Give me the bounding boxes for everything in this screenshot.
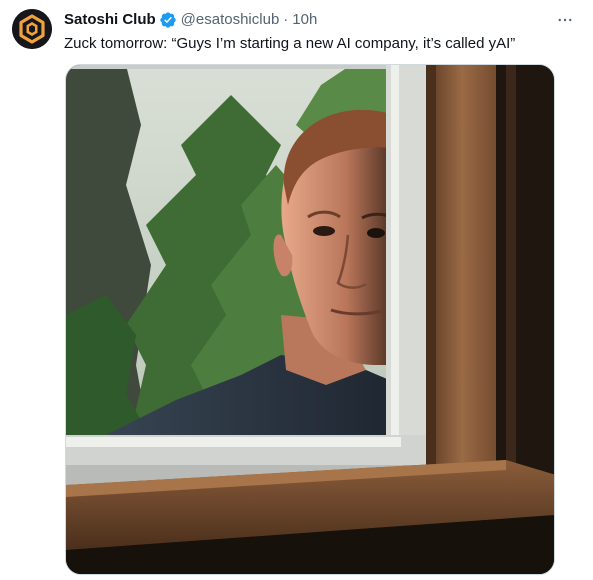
timestamp[interactable]: 10h [292,10,317,30]
tweet-header: Satoshi Club @esatoshiclub · 10h [64,10,317,30]
more-horizontal-icon [558,18,572,22]
tweet-card[interactable]: Satoshi Club @esatoshiclub · 10h Zuck to… [0,0,593,580]
verified-badge-icon [159,11,177,29]
avatar[interactable] [12,9,52,49]
separator-dot: · [283,11,289,28]
satoshi-club-logo-icon [12,9,52,49]
user-handle[interactable]: @esatoshiclub [181,10,280,30]
more-options-button[interactable] [555,10,575,30]
photo-man-at-window [66,65,554,574]
display-name[interactable]: Satoshi Club [64,10,156,30]
tweet-text: Zuck tomorrow: “Guys I’m starting a new … [64,35,516,52]
tweet-photo[interactable] [65,64,555,575]
